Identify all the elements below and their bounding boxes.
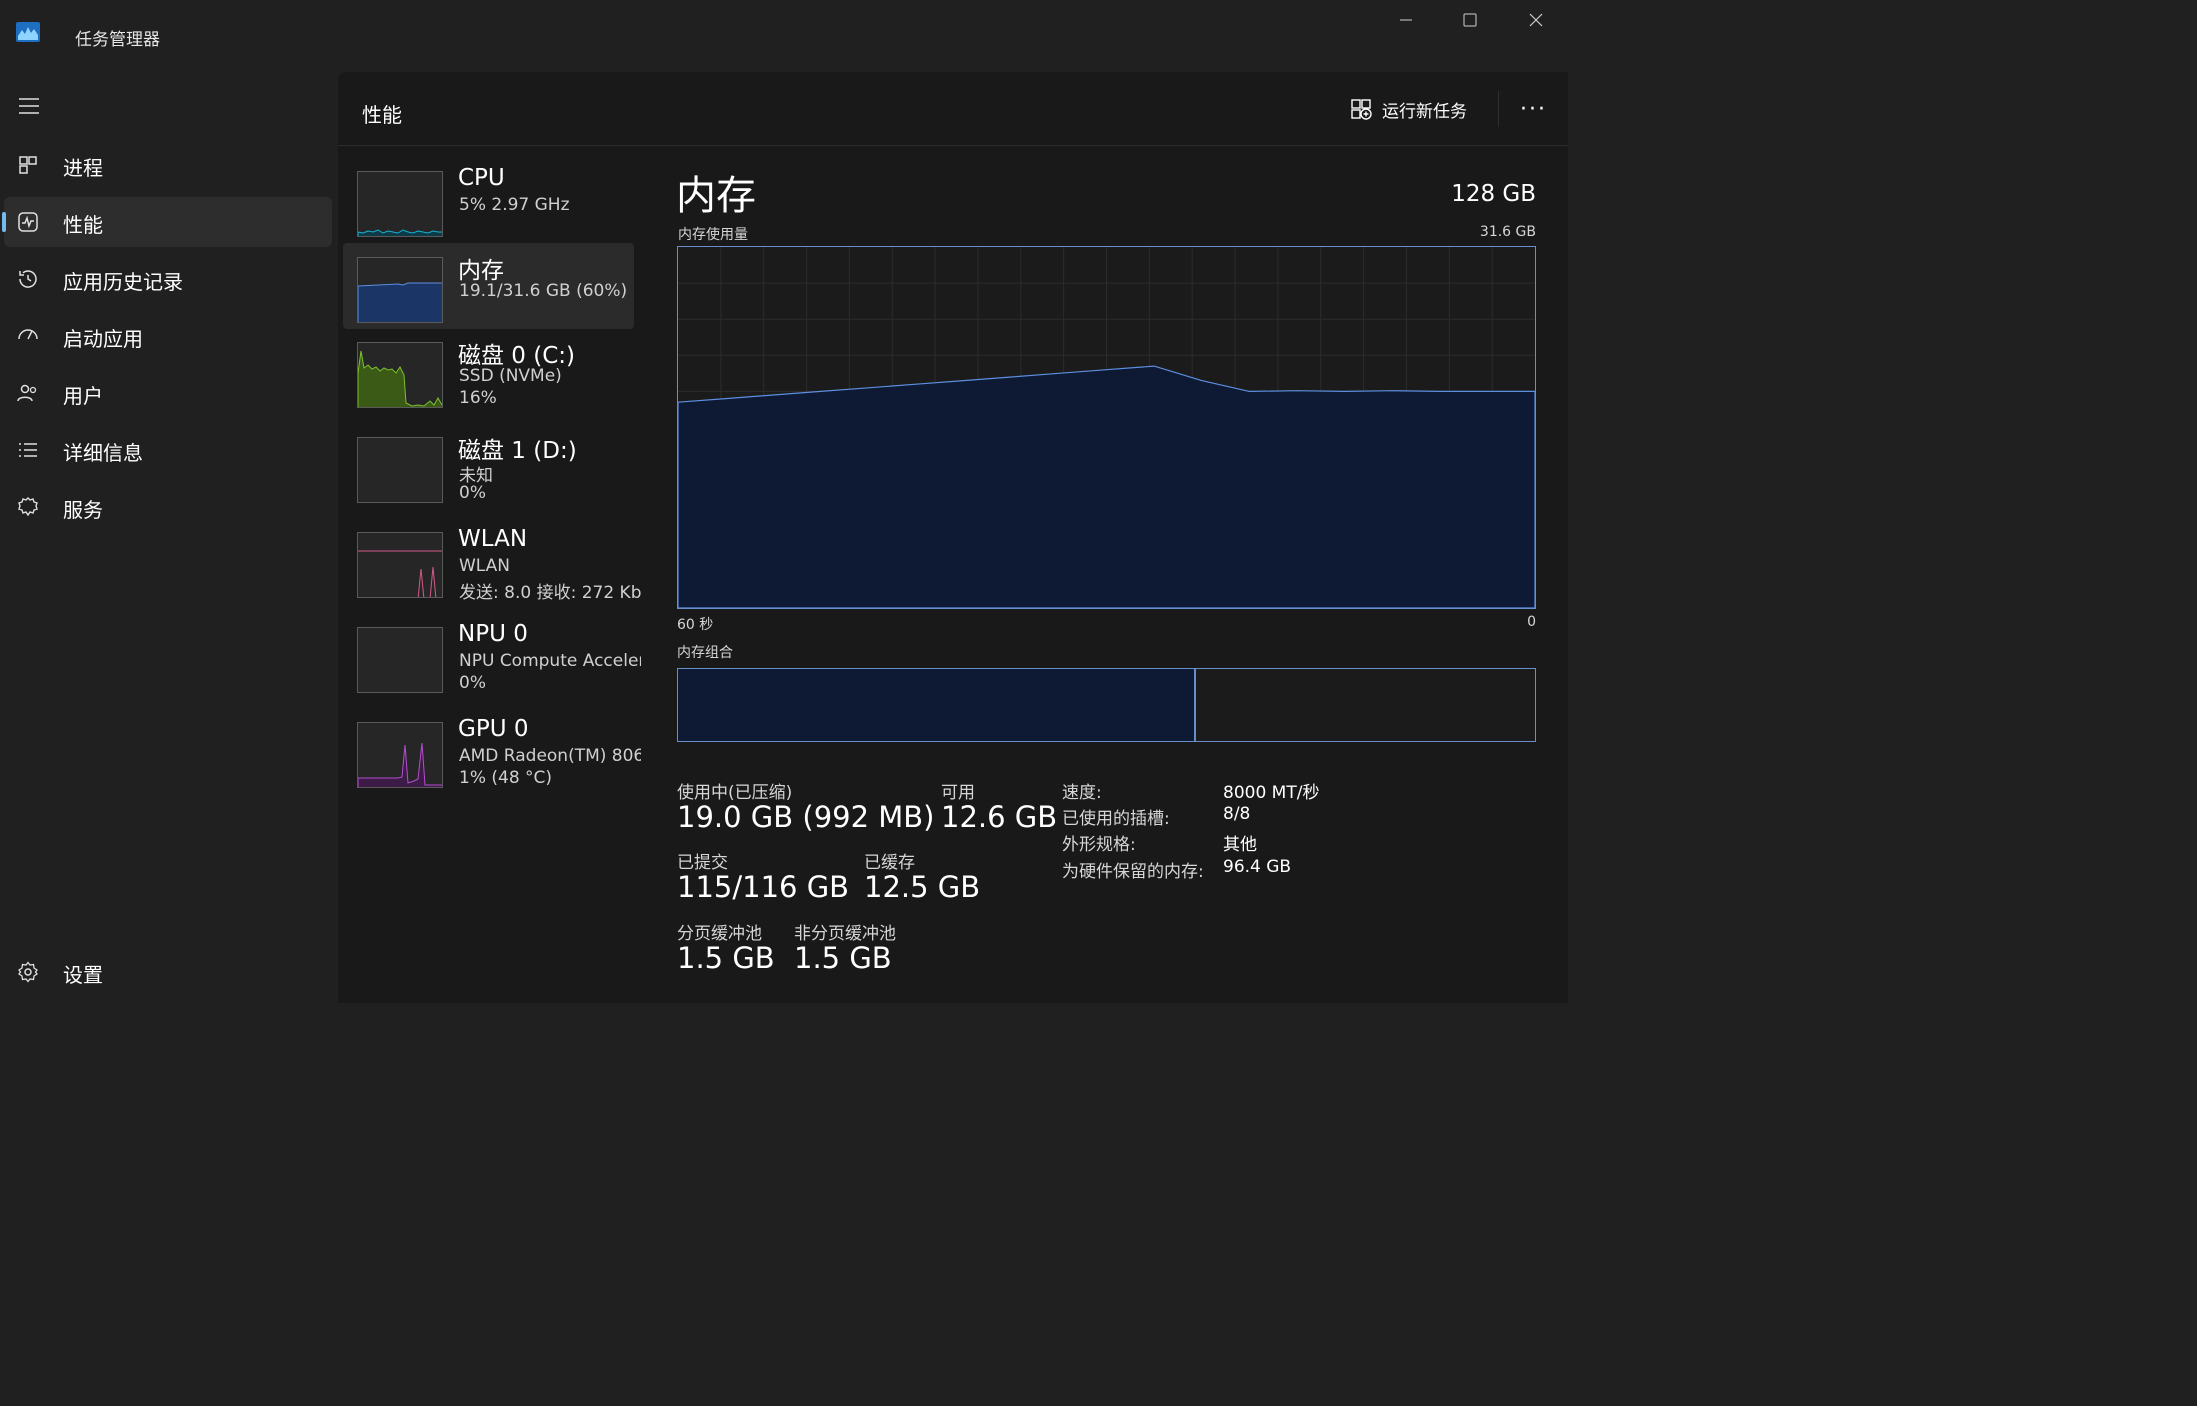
device-item-gpu-0[interactable]: GPU 0 AMD Radeon(TM) 806 1% (48 °C) bbox=[343, 708, 641, 794]
sidebar: 进程 性能 应用历史记录 启动应用 用户 详细信息 服务 设置 bbox=[0, 72, 338, 1003]
memory-composition-label: 内存组合 bbox=[677, 645, 733, 661]
sidebar-item-label: 性能 bbox=[63, 213, 103, 237]
device-item-npu-0[interactable]: NPU 0 NPU Compute Accelerator 0% bbox=[343, 613, 641, 699]
device-item-memory[interactable]: 内存 19.1/31.6 GB (60%) bbox=[343, 243, 634, 329]
device-name: 内存 bbox=[458, 258, 504, 284]
close-button[interactable] bbox=[1504, 0, 1568, 40]
sidebar-item-label: 进程 bbox=[63, 156, 103, 180]
disk-0-thumbnail-graph bbox=[357, 342, 443, 408]
device-detail-secondary: 发送: 8.0 接收: 272 Kbps bbox=[459, 583, 641, 603]
close-icon bbox=[1529, 13, 1543, 27]
spec-speed-value: 8000 MT/秒 bbox=[1223, 783, 1320, 803]
spec-slots-value: 8/8 bbox=[1223, 804, 1251, 824]
sidebar-item-startup[interactable]: 启动应用 bbox=[4, 311, 332, 361]
minimize-button[interactable] bbox=[1374, 0, 1438, 40]
device-item-wlan[interactable]: WLAN WLAN 发送: 8.0 接收: 272 Kbps bbox=[343, 518, 641, 604]
device-detail-secondary: 16% bbox=[459, 388, 497, 408]
sidebar-item-performance[interactable]: 性能 bbox=[2, 197, 332, 247]
memory-composition-in-use bbox=[678, 669, 1197, 741]
device-detail-secondary: 0% bbox=[459, 483, 486, 503]
device-name: CPU bbox=[458, 165, 505, 191]
cpu-thumbnail-graph bbox=[357, 171, 443, 237]
startup-icon bbox=[18, 329, 38, 340]
device-name: GPU 0 bbox=[458, 716, 529, 742]
sidebar-item-app-history[interactable]: 应用历史记录 bbox=[4, 254, 332, 304]
sidebar-item-label: 应用历史记录 bbox=[63, 270, 183, 294]
spec-reserved-label: 为硬件保留的内存: bbox=[1062, 862, 1204, 882]
device-detail: SSD (NVMe) bbox=[459, 366, 562, 386]
run-new-task-icon bbox=[1351, 99, 1372, 120]
device-detail-secondary: 1% (48 °C) bbox=[459, 768, 553, 788]
sidebar-item-users[interactable]: 用户 bbox=[4, 368, 332, 418]
more-options-button[interactable]: ··· bbox=[1498, 91, 1568, 127]
app-history-icon bbox=[19, 270, 37, 288]
paged-pool-value: 1.5 GB bbox=[677, 941, 775, 975]
memory-title: 内存 bbox=[676, 173, 756, 219]
maximize-icon bbox=[1463, 13, 1477, 27]
spec-speed-label: 速度: bbox=[1062, 783, 1102, 803]
memory-usage-label: 内存使用量 bbox=[678, 227, 748, 243]
memory-usage-area bbox=[678, 365, 1535, 608]
spec-slots-label: 已使用的插槽: bbox=[1062, 809, 1170, 829]
minimize-icon bbox=[1400, 19, 1412, 21]
spec-form-factor-label: 外形规格: bbox=[1062, 835, 1136, 855]
title-bar: 任务管理器 bbox=[0, 0, 1568, 72]
maximize-button[interactable] bbox=[1438, 0, 1502, 40]
time-axis-left: 60 秒 bbox=[677, 617, 714, 633]
sidebar-item-processes[interactable]: 进程 bbox=[4, 140, 332, 190]
services-icon bbox=[18, 497, 38, 517]
device-name: 磁盘 0 (C:) bbox=[458, 343, 576, 369]
device-item-disk-1[interactable]: 磁盘 1 (D:) 未知 0% bbox=[343, 423, 634, 509]
spec-reserved-value: 96.4 GB bbox=[1223, 857, 1292, 877]
sidebar-item-services[interactable]: 服务 bbox=[4, 482, 332, 532]
device-name: 磁盘 1 (D:) bbox=[458, 438, 577, 464]
gpu-0-thumbnail-graph bbox=[357, 722, 443, 788]
hamburger-menu-icon[interactable] bbox=[17, 96, 41, 116]
committed-value: 115/116 GB bbox=[677, 870, 850, 904]
device-detail: 5% 2.97 GHz bbox=[459, 195, 570, 215]
time-axis-right: 0 bbox=[1527, 614, 1536, 630]
disk-1-thumbnail-graph bbox=[357, 437, 443, 503]
sidebar-item-settings[interactable]: 设置 bbox=[4, 947, 332, 997]
wlan-thumbnail-graph bbox=[357, 532, 443, 598]
device-detail-secondary: 0% bbox=[459, 673, 486, 693]
sidebar-item-label: 设置 bbox=[63, 963, 103, 987]
sidebar-item-label: 服务 bbox=[63, 498, 103, 522]
device-item-disk-0[interactable]: 磁盘 0 (C:) SSD (NVMe) 16% bbox=[343, 328, 634, 414]
device-name: NPU 0 bbox=[458, 621, 528, 647]
device-detail: NPU Compute Accelerator bbox=[459, 651, 641, 671]
npu-0-thumbnail-graph bbox=[357, 627, 443, 693]
memory-usage-graph bbox=[677, 246, 1536, 609]
details-icon bbox=[19, 443, 37, 457]
task-manager-logo-icon bbox=[16, 22, 40, 42]
device-name: WLAN bbox=[458, 526, 528, 552]
memory-composition-bar bbox=[677, 668, 1536, 742]
available-value: 12.6 GB bbox=[941, 800, 1058, 834]
device-detail: AMD Radeon(TM) 806 bbox=[459, 746, 641, 766]
app-title: 任务管理器 bbox=[75, 30, 160, 50]
device-detail: WLAN bbox=[459, 556, 511, 576]
page-title: 性能 bbox=[362, 103, 402, 127]
gear-icon bbox=[18, 961, 38, 983]
non-paged-pool-value: 1.5 GB bbox=[794, 941, 892, 975]
users-icon bbox=[17, 384, 37, 402]
device-detail: 19.1/31.6 GB (60%) bbox=[459, 281, 628, 301]
performance-icon bbox=[18, 212, 38, 232]
sidebar-item-label: 启动应用 bbox=[63, 327, 143, 351]
cached-value: 12.5 GB bbox=[864, 870, 981, 904]
memory-usage-max: 31.6 GB bbox=[1479, 224, 1536, 240]
sidebar-item-label: 详细信息 bbox=[63, 441, 143, 465]
memory-total: 128 GB bbox=[1451, 181, 1536, 207]
run-new-task-button[interactable]: 运行新任务 bbox=[1350, 90, 1467, 128]
run-new-task-label: 运行新任务 bbox=[1382, 101, 1467, 122]
spec-form-factor-value: 其他 bbox=[1223, 835, 1257, 855]
page-header: 性能 运行新任务 ··· bbox=[338, 72, 1568, 146]
memory-thumbnail-graph bbox=[357, 257, 443, 323]
sidebar-item-label: 用户 bbox=[63, 384, 103, 408]
in-use-value: 19.0 GB (992 MB) bbox=[677, 800, 935, 834]
sidebar-item-details[interactable]: 详细信息 bbox=[4, 425, 332, 475]
processes-icon bbox=[19, 156, 37, 174]
device-item-cpu[interactable]: CPU 5% 2.97 GHz bbox=[343, 157, 634, 243]
